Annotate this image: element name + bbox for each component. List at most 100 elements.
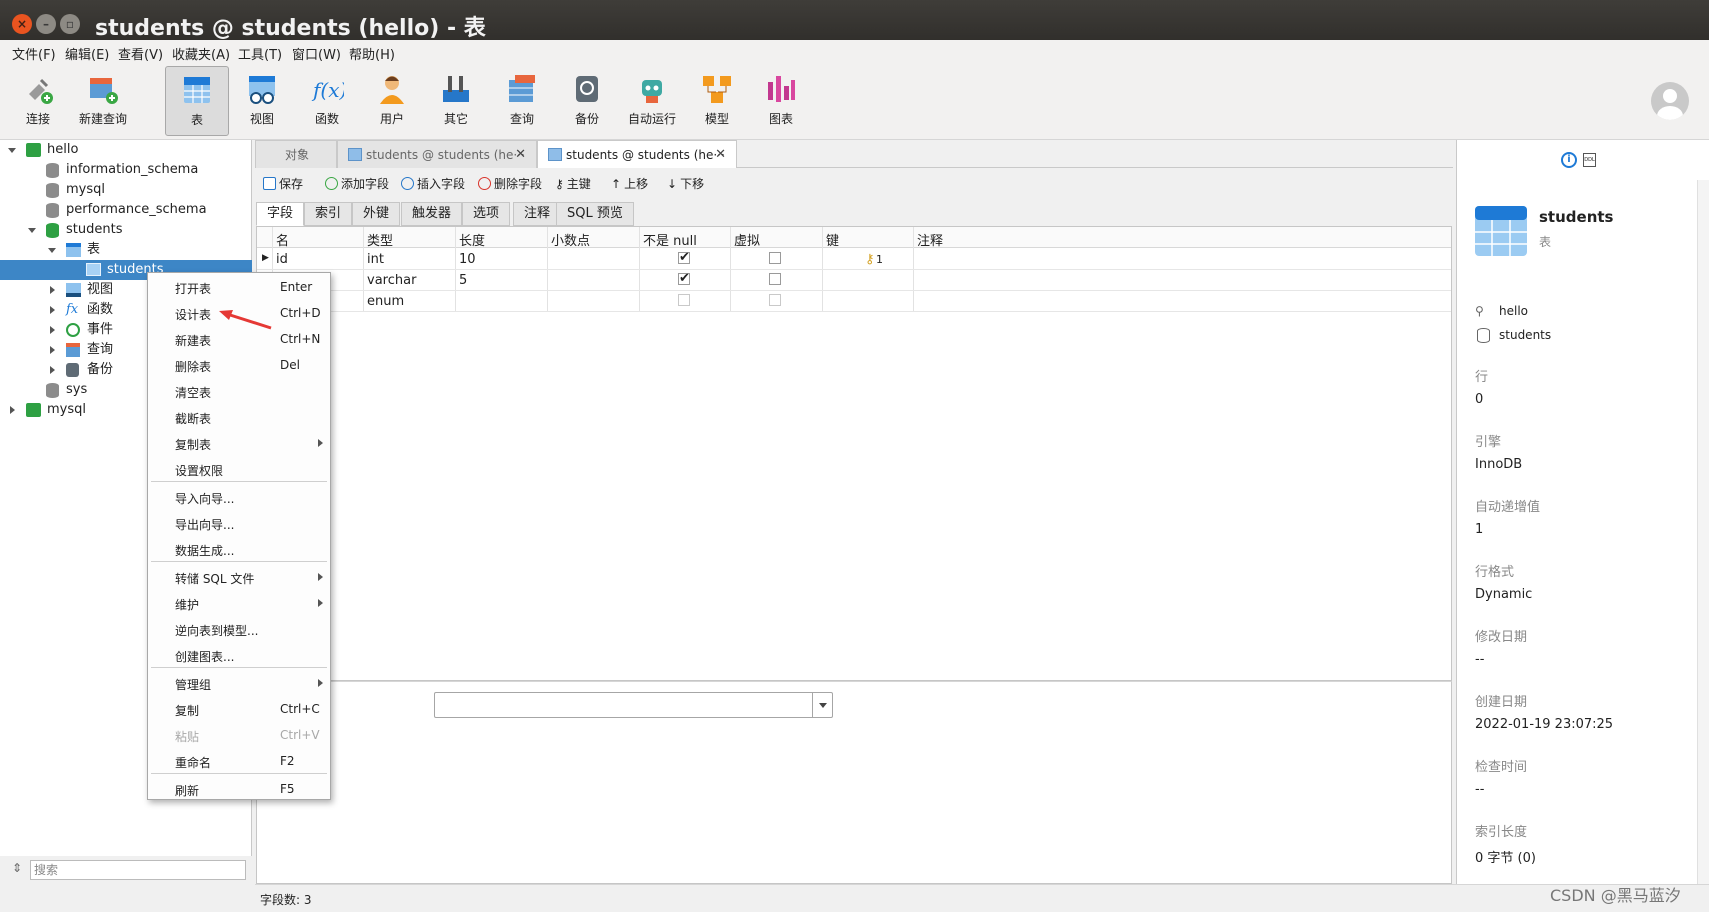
info-icon[interactable]: i [1561,152,1577,168]
add-field-button[interactable]: 添加字段 [325,175,389,192]
tree-node-performance-schema[interactable]: performance_schema [0,200,252,220]
collapse-arrow-icon[interactable] [48,248,56,253]
user-button[interactable]: 用户 [360,66,424,136]
tree-node-information-schema[interactable]: information_schema [0,160,252,180]
insert-field-button[interactable]: 插入字段 [401,175,465,192]
close-tab-icon[interactable]: ✕ [715,141,726,168]
table-row[interactable]: varchar 5 ✔ [257,270,1451,291]
menu-item-export-wizard[interactable]: 导出向导... [148,511,330,535]
tree-node-tables[interactable]: 表 [0,240,252,260]
col-length[interactable]: 长度 [459,230,485,249]
function-button[interactable]: f(x) 函数 [295,66,359,136]
cell-length[interactable]: 10 [459,252,476,267]
col-type[interactable]: 类型 [367,230,393,249]
menu-favorites[interactable]: 收藏夹(A) [172,44,230,63]
expand-arrow-icon[interactable] [50,346,55,354]
menu-item-reverse-to-model[interactable]: 逆向表到模型... [148,617,330,641]
view-button[interactable]: 视图 [230,66,294,136]
model-button[interactable]: 模型 [685,66,749,136]
property-dropdown[interactable] [434,692,833,718]
cell-length[interactable]: 5 [459,273,467,288]
cell-type[interactable]: varchar [367,273,416,288]
menu-item-copy[interactable]: 复制 Ctrl+C [148,697,330,721]
menu-window[interactable]: 窗口(W) [292,44,341,63]
maximize-window-button[interactable]: ▫ [60,14,80,34]
move-up-button[interactable]: ↑ 上移 [611,175,648,192]
menu-help[interactable]: 帮助(H) [349,44,395,63]
col-decimals[interactable]: 小数点 [551,230,590,249]
menu-item-rename[interactable]: 重命名 F2 [148,749,330,773]
table-row[interactable]: ▶ id int 10 ✔ ⚷ 1 [257,249,1451,270]
collapse-arrow-icon[interactable] [28,228,36,233]
tree-node-students-db[interactable]: students [0,220,252,240]
move-down-button[interactable]: ↓ 下移 [667,175,704,192]
backup-button[interactable]: 备份 [555,66,619,136]
tree-search-input[interactable]: 搜索 [30,860,246,880]
col-key[interactable]: 键 [826,230,839,249]
query-button[interactable]: 查询 [490,66,554,136]
menu-item-maintain[interactable]: 维护 [148,591,330,615]
cell-name[interactable]: id [276,252,288,267]
tab-students-design-2[interactable]: students @ students (he··· ✕ [537,140,737,168]
close-tab-icon[interactable]: ✕ [515,141,526,168]
tab-students-design-1[interactable]: students @ students (he··· ✕ [337,140,537,168]
menu-item-dump-sql[interactable]: 转储 SQL 文件 [148,565,330,589]
col-comment[interactable]: 注释 [917,230,943,249]
menu-item-import-wizard[interactable]: 导入向导... [148,485,330,509]
col-virtual[interactable]: 虚拟 [734,230,760,249]
expand-arrow-icon[interactable] [50,326,55,334]
not-null-checkbox[interactable]: ✔ [678,272,690,285]
table-row[interactable]: enum [257,291,1451,312]
menu-item-data-generation[interactable]: 数据生成... [148,537,330,561]
cell-type[interactable]: enum [367,294,404,309]
menu-item-open-table[interactable]: 打开表 Enter [148,275,330,299]
menu-item-empty-table[interactable]: 清空表 [148,379,330,403]
tab-foreign-keys[interactable]: 外键 [352,202,401,226]
menu-file[interactable]: 文件(F) [12,44,56,63]
primary-key-button[interactable]: ⚷ 主键 [555,175,591,192]
col-not-null[interactable]: 不是 null [643,230,697,249]
tab-triggers[interactable]: 触发器 [401,202,463,226]
table-button[interactable]: 表 [165,66,229,136]
chevron-down-icon[interactable] [812,693,832,717]
minimize-window-button[interactable]: – [36,14,56,34]
tab-objects[interactable]: 对象 [255,140,337,168]
cell-type[interactable]: int [367,252,384,267]
account-avatar[interactable] [1651,82,1689,120]
tab-options[interactable]: 选项 [462,202,511,226]
new-query-button[interactable]: 新建查询 [70,66,136,136]
menu-item-manage-group[interactable]: 管理组 [148,671,330,695]
menu-item-truncate-table[interactable]: 截断表 [148,405,330,429]
tree-node-hello[interactable]: hello [0,140,252,160]
close-window-button[interactable]: × [12,14,32,34]
other-button[interactable]: 其它 [424,66,488,136]
menu-edit[interactable]: 编辑(E) [65,44,109,63]
menu-item-permissions[interactable]: 设置权限 [148,457,330,481]
chart-button[interactable]: 图表 [749,66,813,136]
menu-item-duplicate-table[interactable]: 复制表 [148,431,330,455]
menu-item-refresh[interactable]: 刷新 F5 [148,777,330,801]
tab-sql-preview[interactable]: SQL 预览 [556,202,634,226]
menu-item-create-chart[interactable]: 创建图表... [148,643,330,667]
menu-tools[interactable]: 工具(T) [238,44,282,63]
panel-scrollbar[interactable] [1697,180,1709,884]
autorun-button[interactable]: 自动运行 [619,66,685,136]
collapse-arrow-icon[interactable] [8,148,16,153]
virtual-checkbox[interactable] [769,294,781,306]
menu-view[interactable]: 查看(V) [118,44,163,63]
virtual-checkbox[interactable] [769,273,781,285]
expand-arrow-icon[interactable] [50,286,55,294]
expand-arrow-icon[interactable] [50,366,55,374]
not-null-checkbox[interactable]: ✔ [678,251,690,264]
ddl-icon[interactable]: DDL [1583,153,1596,167]
filter-toggle-icon[interactable]: ⇕ [12,861,22,875]
not-null-checkbox[interactable] [678,294,690,306]
expand-arrow-icon[interactable] [50,306,55,314]
menu-item-delete-table[interactable]: 删除表 Del [148,353,330,377]
col-name[interactable]: 名 [276,230,289,249]
virtual-checkbox[interactable] [769,252,781,264]
tree-node-mysql-db[interactable]: mysql [0,180,252,200]
delete-field-button[interactable]: 删除字段 [478,175,542,192]
tab-indexes[interactable]: 索引 [304,202,353,226]
tab-fields[interactable]: 字段 [256,202,305,226]
